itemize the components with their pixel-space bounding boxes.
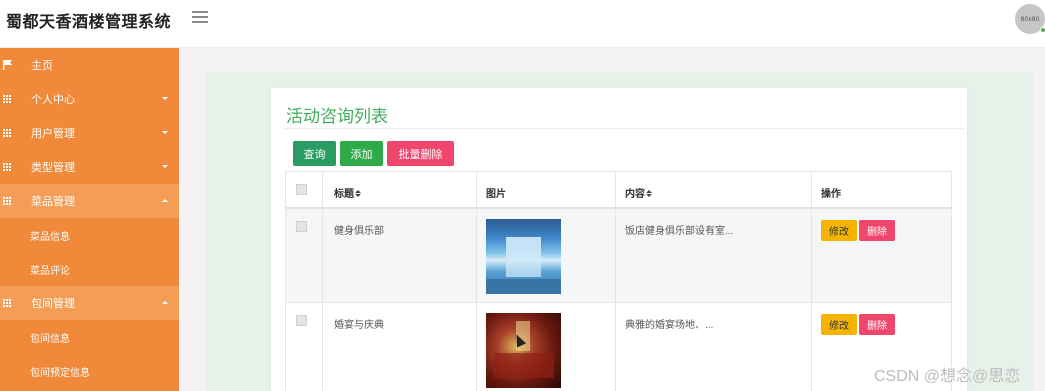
chevron-up-icon: [162, 301, 168, 304]
cell-title: 健身俱乐部: [334, 226, 384, 237]
list-card: 活动咨询列表 查询 添加 批量删除 标题 图片 内容 操作 健身俱乐部 饭店健身…: [271, 88, 967, 391]
bulk-delete-button[interactable]: 批量删除: [387, 141, 454, 166]
grid-icon: [3, 197, 13, 205]
data-table: 标题 图片 内容 操作 健身俱乐部 饭店健身俱乐部设有室... 修改 删除 婚宴…: [285, 171, 952, 391]
column-divider: [811, 172, 812, 391]
column-header-actions: 操作: [821, 189, 841, 200]
edit-button[interactable]: 修改: [821, 314, 857, 335]
sidebar-item-label: 菜品评论: [30, 265, 70, 277]
sidebar-subitem-room-info[interactable]: 包间信息: [0, 320, 179, 354]
column-divider: [476, 172, 477, 391]
column-divider: [322, 172, 323, 391]
cell-content: 饭店健身俱乐部设有室...: [625, 226, 734, 237]
edit-button[interactable]: 修改: [821, 220, 857, 241]
sidebar-item-label: 个人中心: [31, 94, 75, 106]
grid-icon: [3, 129, 13, 137]
row-checkbox[interactable]: [296, 221, 307, 232]
cell-title: 婚宴与庆典: [334, 320, 384, 331]
sort-icon[interactable]: [355, 190, 361, 198]
cell-content: 典雅的婚宴场地、...: [625, 320, 714, 331]
chevron-down-icon: [162, 131, 168, 134]
sidebar-item-label: 包间预定信息: [30, 367, 90, 379]
table-header: 标题 图片 内容 操作: [286, 172, 951, 209]
sidebar-item-label: 菜品管理: [31, 196, 75, 208]
sidebar-item-label: 主页: [31, 60, 53, 72]
hamburger-menu-icon[interactable]: [192, 11, 208, 25]
delete-button[interactable]: 删除: [859, 314, 895, 335]
page-title: 活动咨询列表: [286, 107, 388, 126]
app-title: 蜀都天香酒楼管理系统: [6, 14, 172, 31]
delete-button[interactable]: 删除: [859, 220, 895, 241]
sidebar-subitem-dish-reviews[interactable]: 菜品评论: [0, 252, 179, 286]
column-divider: [615, 172, 616, 391]
flag-icon: [3, 60, 12, 70]
column-header-label: 标题: [334, 189, 354, 200]
top-bar: 蜀都天香酒楼管理系统 80x80: [0, 0, 1045, 48]
sidebar-item-label: 包间信息: [30, 333, 70, 345]
column-header-content[interactable]: 内容: [625, 185, 652, 200]
column-header-title[interactable]: 标题: [334, 185, 361, 200]
divider: [283, 128, 965, 129]
row-image: [486, 219, 561, 294]
grid-icon: [3, 299, 13, 307]
sidebar-item-home[interactable]: 主页: [0, 48, 179, 82]
sidebar-item-types[interactable]: 类型管理: [0, 150, 179, 184]
row-checkbox[interactable]: [296, 315, 307, 326]
select-all-checkbox[interactable]: [296, 184, 307, 195]
sidebar-item-dishes[interactable]: 菜品管理: [0, 184, 179, 218]
column-header-label: 内容: [625, 189, 645, 200]
sidebar-item-label: 用户管理: [31, 128, 75, 140]
online-status-dot: [1040, 27, 1045, 33]
sidebar: 主页 个人中心 用户管理 类型管理 菜品管理 菜品信息 菜品评论 包间管理 包间…: [0, 48, 179, 391]
sidebar-item-label: 菜品信息: [30, 231, 70, 243]
sidebar-item-label: 包间管理: [31, 298, 75, 310]
add-button[interactable]: 添加: [340, 141, 383, 166]
sidebar-subitem-dish-info[interactable]: 菜品信息: [0, 218, 179, 252]
table-row: 婚宴与庆典 典雅的婚宴场地、... 修改 删除: [286, 303, 951, 391]
watermark: CSDN @想念@思恋: [874, 368, 1021, 385]
grid-icon: [3, 95, 13, 103]
sidebar-item-profile[interactable]: 个人中心: [0, 82, 179, 116]
sidebar-item-rooms[interactable]: 包间管理: [0, 286, 179, 320]
sidebar-item-users[interactable]: 用户管理: [0, 116, 179, 150]
sort-icon[interactable]: [646, 190, 652, 198]
chevron-down-icon: [162, 165, 168, 168]
column-header-image: 图片: [486, 189, 506, 200]
table-row: 健身俱乐部 饭店健身俱乐部设有室... 修改 删除: [286, 209, 951, 303]
grid-icon: [3, 163, 13, 171]
row-image: [486, 313, 561, 388]
sidebar-subitem-room-booking[interactable]: 包间预定信息: [0, 354, 179, 388]
chevron-down-icon: [162, 97, 168, 100]
query-button[interactable]: 查询: [293, 141, 336, 166]
chevron-up-icon: [162, 199, 168, 202]
sidebar-item-label: 类型管理: [31, 162, 75, 174]
